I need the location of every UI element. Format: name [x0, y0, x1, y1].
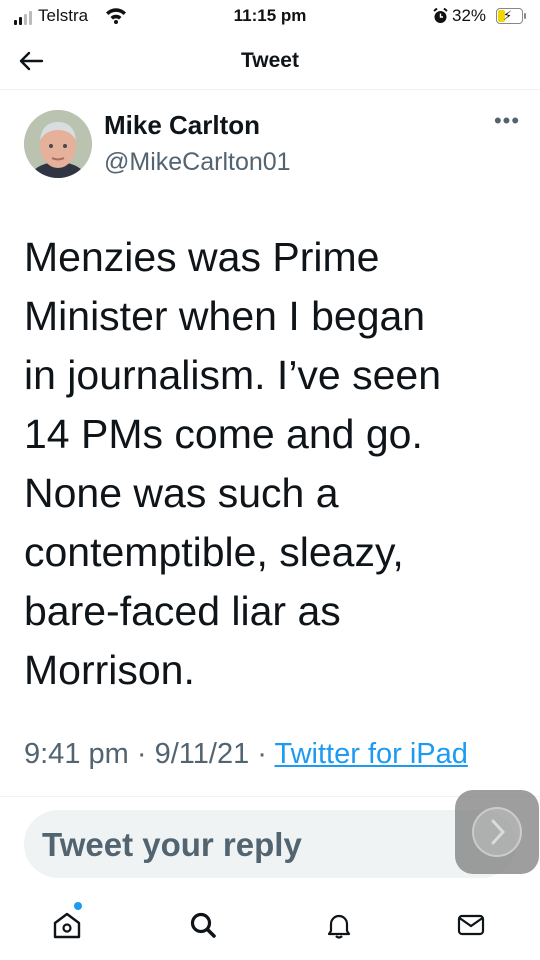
status-bar: Telstra 11:15 pm 32% ⚡: [0, 0, 540, 34]
reply-placeholder: Tweet your reply: [42, 826, 302, 863]
alarm-icon: [433, 7, 448, 29]
tweet-time: 9:41 pm: [24, 738, 129, 770]
tab-bar: [0, 892, 540, 960]
tweet-text: Menzies was Prime Minister when I began …: [24, 234, 442, 693]
search-icon[interactable]: [178, 900, 228, 950]
tweet-screen: Telstra 11:15 pm 32% ⚡ Tweet Mike Carlto…: [0, 0, 540, 960]
reply-input[interactable]: Tweet your reply: [24, 810, 516, 878]
avatar[interactable]: [24, 110, 92, 178]
notifications-icon[interactable]: [314, 900, 364, 950]
tweet-date: 9/11/21: [154, 738, 250, 770]
assistive-touch-circle: [472, 807, 522, 857]
meta-separator: ·: [136, 738, 147, 770]
battery-charging-icon: ⚡: [496, 8, 523, 24]
battery-cap: [524, 13, 526, 19]
author-handle[interactable]: @MikeCarlton01: [104, 148, 291, 177]
battery-percent: 32%: [452, 6, 487, 25]
page-title: Tweet: [241, 49, 299, 72]
tweet-source-link[interactable]: Twitter for iPad: [274, 738, 467, 770]
author-name[interactable]: Mike Carlton: [104, 110, 260, 141]
home-icon[interactable]: [42, 900, 92, 950]
nav-bar: Tweet: [0, 34, 540, 90]
assistive-touch-button[interactable]: [455, 790, 539, 874]
messages-icon[interactable]: [446, 900, 496, 950]
charging-bolt-icon: ⚡: [503, 8, 513, 23]
tweet-meta: 9:41 pm · 9/11/21 · Twitter for iPad: [24, 732, 524, 794]
meta-separator: ·: [257, 738, 267, 770]
new-content-dot: [74, 902, 82, 910]
more-icon[interactable]: •••: [490, 108, 524, 138]
